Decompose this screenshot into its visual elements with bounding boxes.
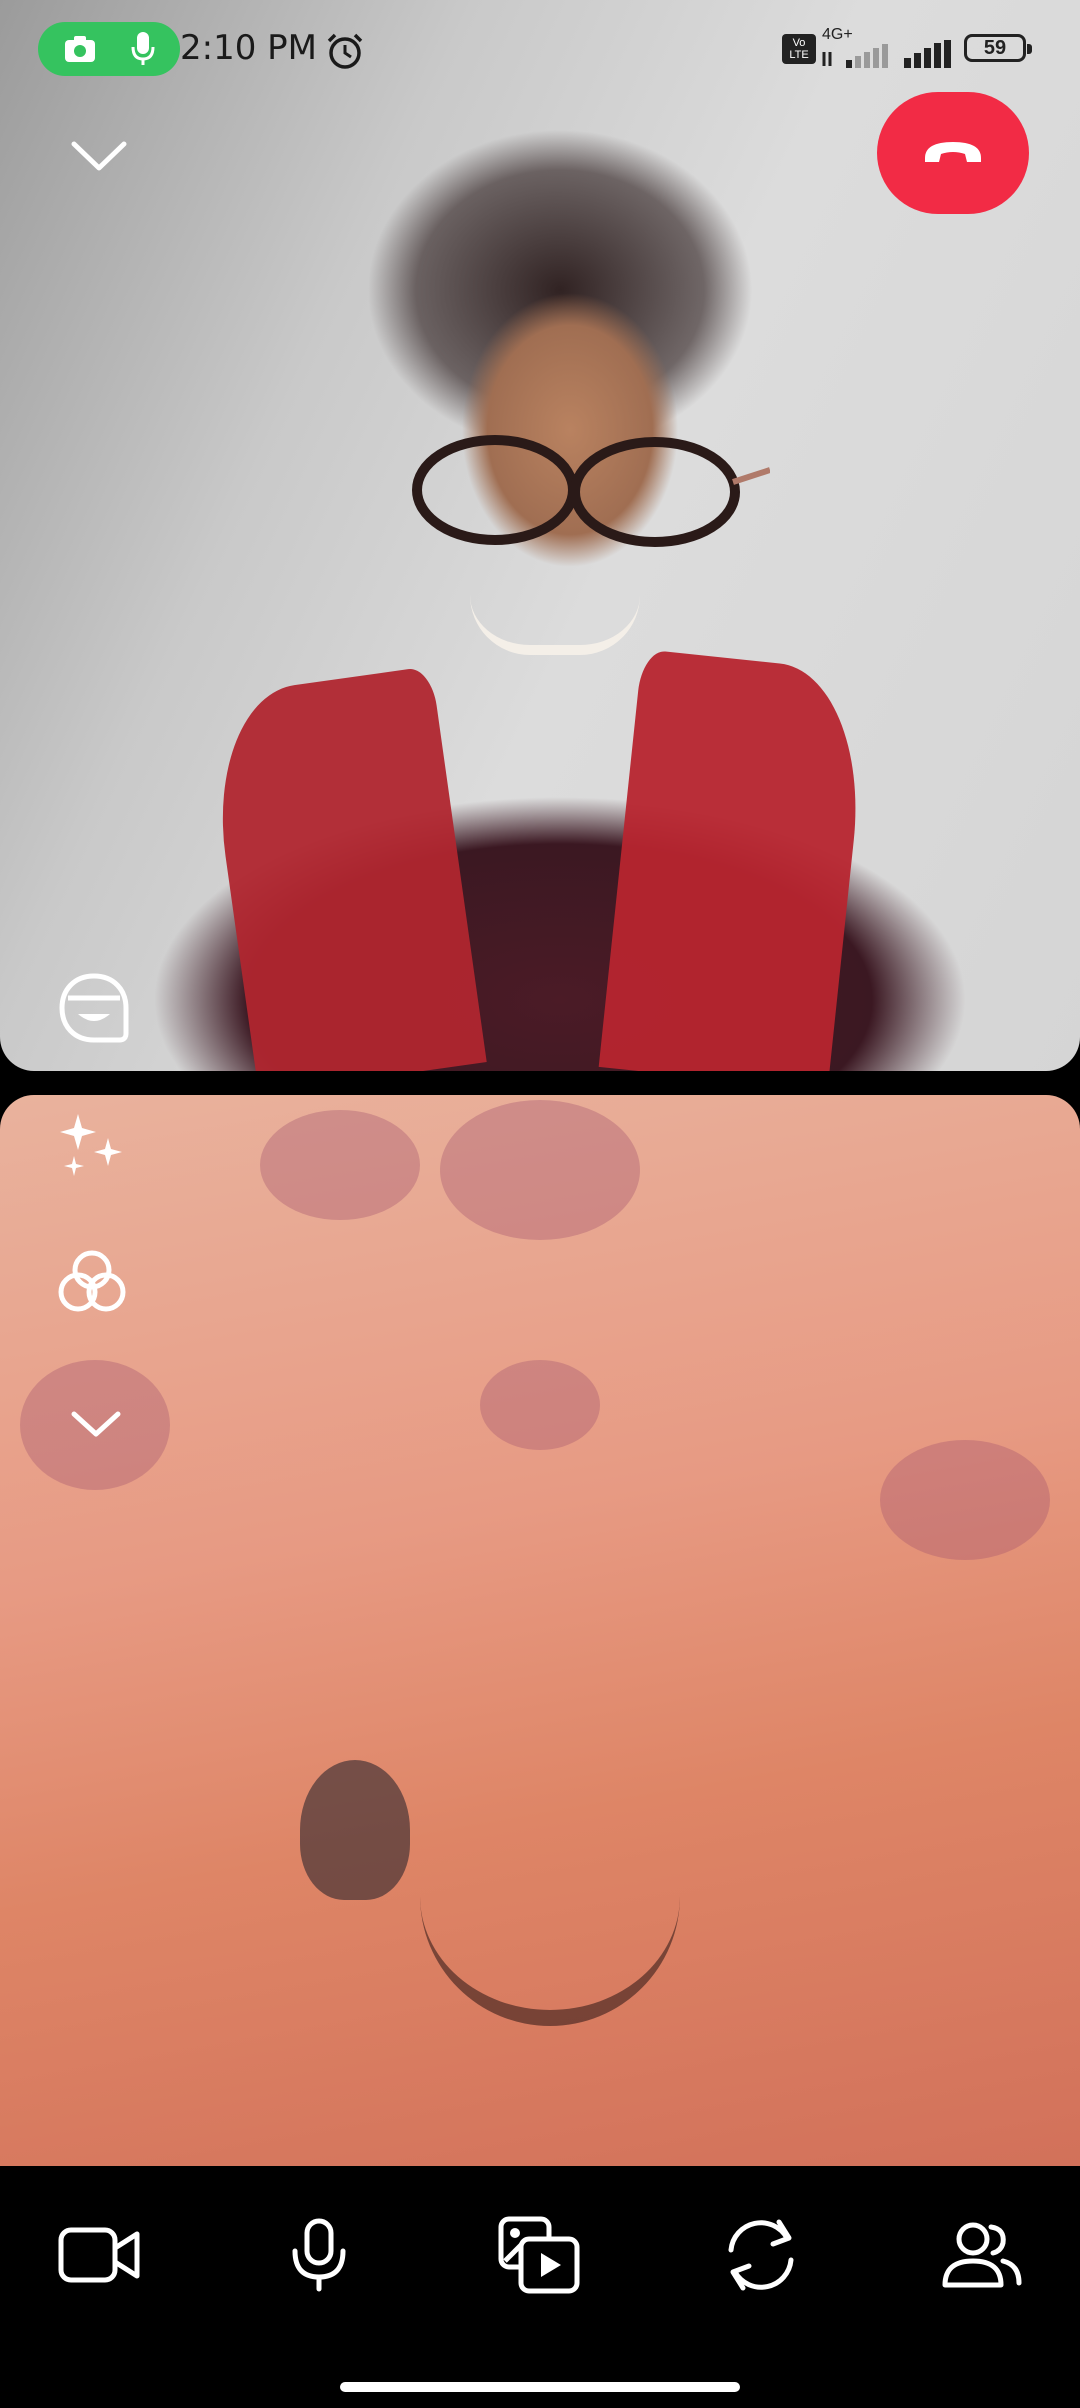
toggle-video-button[interactable] [44,2200,154,2310]
status-time: 2:10 PM [180,28,317,68]
minimize-call-button[interactable] [68,138,130,174]
phone-hangup-icon [925,142,981,162]
camera-icon [64,36,95,62]
participants-icon [942,2222,1022,2288]
local-video-tile[interactable] [0,1095,1080,2166]
bedsheet-flower [480,1360,600,1450]
end-call-button[interactable] [877,92,1029,214]
remote-video-scarf-right [598,649,872,1071]
effects-sparkle-button[interactable] [58,1110,128,1180]
network-type: 4G+ [822,26,853,43]
toggle-mic-button[interactable] [264,2200,374,2310]
video-camera-icon [58,2227,140,2283]
signal-strength-icon-1 [822,44,888,68]
flip-camera-button[interactable] [706,2200,816,2310]
remote-video-smile [470,595,640,655]
bedsheet-flower [880,1440,1050,1560]
alarm-icon [327,33,363,69]
bedsheet-flower [440,1100,640,1240]
more-tools-chevron-button[interactable] [68,1408,124,1440]
microphone-icon [292,2218,346,2292]
bedsheet-flower [260,1110,420,1220]
signal-strength-icon-2 [904,40,951,68]
home-indicator[interactable] [340,2382,740,2392]
local-video-beard [420,1890,680,2026]
volte-badge: Vo LTE [782,34,816,64]
participants-button[interactable] [926,2200,1036,2310]
remote-video-glasses [412,435,770,547]
remote-video-scarf-left [203,665,487,1071]
battery-indicator: 59 [964,34,1032,62]
microphone-icon [131,32,154,65]
flip-camera-icon [728,2219,794,2291]
recording-indicator [38,22,180,76]
local-video-eyes-shadow [300,1760,410,1900]
avatar-sticker-button[interactable] [56,970,132,1046]
share-media-button[interactable] [484,2200,594,2310]
color-filters-button[interactable] [56,1248,128,1316]
media-share-icon [498,2216,580,2294]
